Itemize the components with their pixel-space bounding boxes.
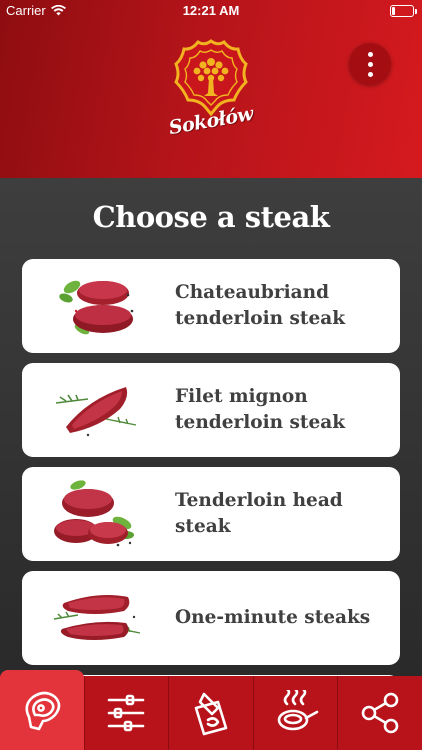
app-header: Sokołów [0, 0, 422, 178]
bottom-tab-bar [0, 670, 422, 750]
steak-card-tenderloin-head[interactable]: Tenderloin head steak [22, 467, 400, 561]
more-menu-button[interactable] [349, 43, 391, 85]
battery-icon [390, 5, 417, 17]
steak-card-filet-mignon[interactable]: Filet mignon tenderloin steak [22, 363, 400, 457]
frying-pan-icon [277, 690, 318, 731]
filet-mignon-steak-image [55, 387, 137, 437]
tab-filters[interactable] [83, 676, 169, 750]
more-vertical-icon [367, 51, 373, 57]
tab-share[interactable] [337, 676, 422, 750]
tab-cooking[interactable] [252, 676, 338, 750]
steak-list-screen: Choose a steak Chateaubriand tenderloin … [0, 178, 422, 676]
sliders-icon [108, 694, 145, 732]
sokolow-logo: Sokołów [160, 38, 262, 150]
steak-name: Tenderloin head steak [175, 490, 343, 537]
chateaubriand-steak-image [59, 280, 134, 335]
steak-card-chateaubriand[interactable]: Chateaubriand tenderloin steak [22, 259, 400, 353]
one-minute-steaks-image [53, 595, 141, 640]
share-icon [361, 692, 399, 734]
steak-name: Filet mignon tenderloin steak [175, 386, 346, 433]
steak-name: Chateaubriand tenderloin steak [175, 282, 346, 329]
steak-name: One-minute steaks [175, 607, 371, 628]
tab-preparation[interactable] [168, 676, 253, 750]
tenderloin-head-steak-image [54, 480, 134, 547]
status-bar: Carrier 12:21 AM [0, 0, 422, 22]
tab-steaks[interactable] [0, 670, 84, 750]
steak-card-one-minute[interactable]: One-minute steaks [22, 571, 400, 665]
steak-icon [25, 691, 61, 731]
page-title: Choose a steak [92, 200, 330, 234]
status-time: 12:21 AM [182, 3, 240, 18]
cutting-board-icon [194, 692, 228, 736]
